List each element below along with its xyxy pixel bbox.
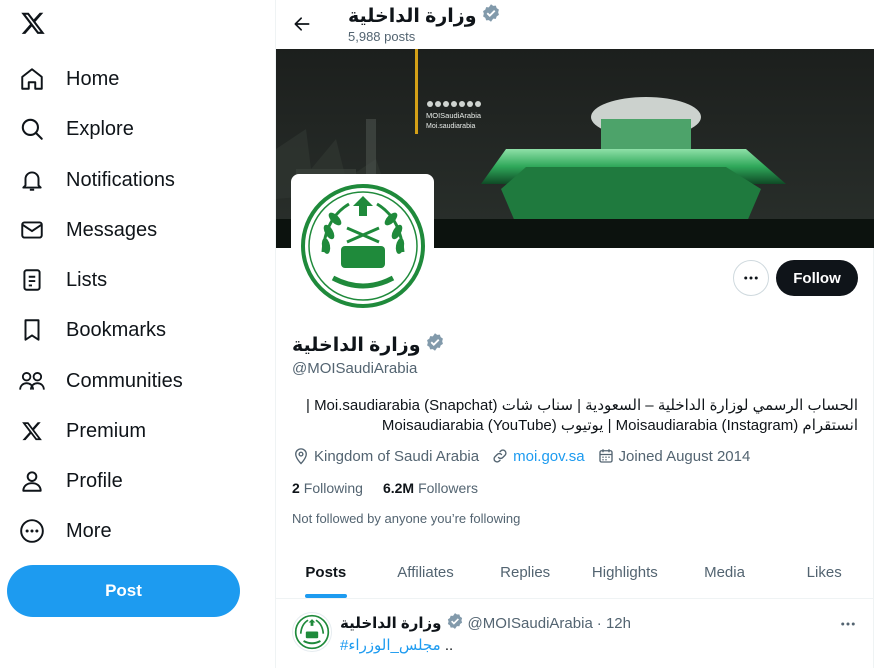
verified-badge-icon	[481, 3, 501, 29]
profile-bio: الحساب الرسمي لوزارة الداخلية – السعودية…	[292, 396, 858, 436]
sidebar-item-messages[interactable]: Messages	[18, 210, 157, 250]
search-icon	[18, 115, 46, 143]
list-icon	[18, 266, 46, 294]
tweet-hashtag[interactable]: #مجلس_الوزراء	[340, 637, 441, 654]
tab-replies[interactable]: Replies	[475, 546, 575, 598]
profile-avatar[interactable]	[291, 174, 434, 317]
followers-label: Followers	[418, 480, 478, 496]
tweet-more-button[interactable]	[836, 612, 860, 636]
tweet-text-suffix: ..	[444, 637, 454, 654]
tweet-text: #مجلس_الوزراء ..	[340, 636, 453, 654]
bio-line-1: الحساب الرسمي لوزارة الداخلية – السعودية…	[305, 397, 858, 414]
sidebar-item-notifications[interactable]: Notifications	[18, 160, 175, 200]
sidebar-item-label: Bookmarks	[66, 318, 167, 341]
sidebar: Home Explore Notifications Messages List…	[0, 0, 275, 668]
people-icon	[18, 367, 46, 395]
header-posts-count: 5,988 posts	[348, 29, 416, 44]
envelope-icon	[18, 216, 46, 244]
calendar-icon	[598, 449, 613, 463]
sidebar-item-label: Profile	[66, 469, 123, 492]
sidebar-item-home[interactable]: Home	[18, 59, 119, 99]
joined-item: Joined August 2014	[597, 447, 751, 465]
sidebar-item-more[interactable]: More	[18, 511, 112, 551]
banner-site-text: Moi.saudiarabia	[426, 123, 476, 130]
profile-handle: @MOISaudiArabia	[292, 360, 418, 377]
moi-emblem-logo	[294, 614, 330, 650]
joined-text: Joined August 2014	[618, 447, 751, 465]
following-link[interactable]: 2 Following	[292, 480, 363, 496]
post-button[interactable]: Post	[7, 565, 240, 617]
website-link[interactable]: moi.gov.sa	[513, 448, 584, 465]
more-circle-icon	[18, 517, 46, 545]
back-arrow-icon[interactable]	[290, 12, 314, 36]
header-profile-name: وزارة الداخلية	[348, 3, 501, 29]
ellipsis-icon	[841, 622, 855, 626]
tweet-avatar[interactable]	[292, 612, 332, 652]
sidebar-item-explore[interactable]: Explore	[18, 109, 134, 149]
bell-icon	[18, 166, 46, 194]
tab-affiliates[interactable]: Affiliates	[376, 546, 476, 598]
sidebar-item-lists[interactable]: Lists	[18, 260, 107, 300]
not-followed-note: Not followed by anyone you’re following	[292, 511, 521, 526]
website-item: moi.gov.sa	[491, 447, 585, 465]
followers-count: 6.2M	[382, 480, 415, 496]
sidebar-item-label: Explore	[66, 117, 134, 140]
verified-badge-icon[interactable]	[425, 332, 445, 358]
profile-column: وزارة الداخلية 5,988 posts MOISaudiArabi…	[275, 0, 874, 668]
sidebar-item-premium[interactable]: Premium	[18, 411, 146, 451]
profile-meta: Kingdom of Saudi Arabia moi.gov.sa Joine…	[292, 447, 762, 465]
x-logo-icon[interactable]	[18, 8, 48, 38]
moi-emblem-logo	[300, 183, 425, 308]
profile-name: وزارة الداخلية	[292, 332, 445, 358]
banner-handle-text: MOISaudiArabia	[426, 111, 482, 120]
link-icon	[493, 449, 507, 463]
bookmark-icon	[18, 316, 46, 344]
profile-tabs: Posts Affiliates Replies Highlights Medi…	[276, 546, 874, 599]
sidebar-item-profile[interactable]: Profile	[18, 461, 123, 501]
profile-name-text: وزارة الداخلية	[292, 334, 421, 356]
tweet-time[interactable]: · 12h	[597, 615, 631, 632]
person-icon	[18, 467, 46, 495]
tab-posts[interactable]: Posts	[276, 546, 376, 598]
sidebar-item-label: Notifications	[66, 168, 175, 191]
tab-likes[interactable]: Likes	[774, 546, 874, 598]
header-name-text: وزارة الداخلية	[348, 5, 477, 27]
following-count: 2	[292, 480, 300, 496]
sidebar-item-label: Messages	[66, 218, 158, 241]
x-logo-icon	[18, 417, 46, 445]
location-item: Kingdom of Saudi Arabia	[292, 447, 479, 465]
sidebar-item-bookmarks[interactable]: Bookmarks	[18, 310, 166, 350]
tweet-author-handle[interactable]: @MOISaudiArabia	[468, 615, 593, 632]
ellipsis-icon	[744, 276, 758, 280]
followers-link[interactable]: 6.2M Followers	[383, 480, 478, 496]
profile-header-bar: وزارة الداخلية 5,988 posts	[276, 0, 874, 49]
tweet-header: وزارة الداخلية @MOISaudiArabia · 12h	[340, 612, 631, 634]
home-icon	[18, 65, 46, 93]
tab-highlights[interactable]: Highlights	[575, 546, 675, 598]
more-options-button[interactable]	[733, 260, 769, 296]
tweet[interactable]: وزارة الداخلية @MOISaudiArabia · 12h #مج…	[276, 600, 874, 668]
following-label: Following	[303, 480, 363, 496]
verified-badge-icon	[446, 612, 464, 634]
sidebar-item-label: Communities	[66, 369, 183, 392]
sidebar-item-label: Lists	[66, 268, 108, 291]
location-text: Kingdom of Saudi Arabia	[314, 447, 480, 465]
bio-line-2: انستقرام (Instagram) Moisaudiarabia | يو…	[381, 417, 858, 434]
sidebar-item-label: Home	[66, 67, 120, 90]
sidebar-item-label: Premium	[66, 419, 147, 442]
follow-counts: 2 Following 6.2M Followers	[292, 480, 478, 496]
tweet-author-name[interactable]: وزارة الداخلية	[340, 614, 442, 632]
sidebar-item-communities[interactable]: Communities	[18, 361, 183, 401]
follow-button[interactable]: Follow	[776, 260, 858, 296]
sidebar-item-label: More	[66, 519, 112, 542]
tab-media[interactable]: Media	[675, 546, 775, 598]
location-pin-icon	[295, 448, 307, 465]
